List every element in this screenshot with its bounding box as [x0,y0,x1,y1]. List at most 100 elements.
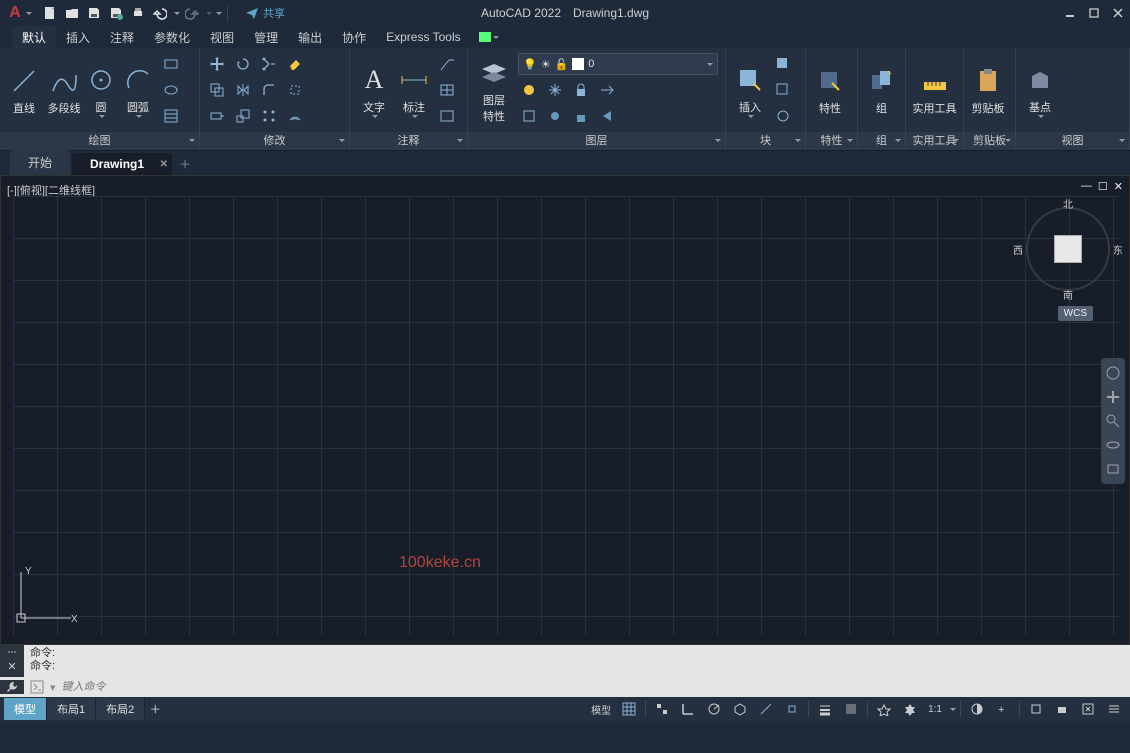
layer-iso-icon[interactable] [518,105,540,127]
undo-icon[interactable] [150,3,170,23]
viewport-close-icon[interactable]: ✕ [1114,180,1123,193]
panel-util-title[interactable]: 实用工具 [906,132,963,150]
show-motion-icon[interactable] [1104,460,1122,478]
layer-freeze-icon[interactable] [544,79,566,101]
layout-tab-model[interactable]: 模型 [4,698,47,720]
create-block-icon[interactable] [772,53,794,75]
annotation-scale[interactable]: 1:1 [924,704,946,715]
panel-draw-title[interactable]: 绘图 [0,132,199,150]
tab-close-icon[interactable]: ✕ [160,159,168,170]
copy-icon[interactable] [206,79,228,101]
command-close-icon[interactable]: ✕ [7,660,16,673]
offset-icon[interactable] [284,105,306,127]
dimension-button[interactable]: 标注 [396,53,432,127]
lineweight-icon[interactable] [813,698,837,720]
qat-customize-icon[interactable] [216,12,222,15]
customize-status-icon[interactable] [1102,698,1126,720]
explode-icon[interactable] [284,79,306,101]
print-icon[interactable] [128,3,148,23]
array-icon[interactable] [258,105,280,127]
featured-apps-icon[interactable] [479,29,499,45]
mtext-icon[interactable] [436,105,458,127]
hatch-icon[interactable] [160,105,182,127]
group-button[interactable]: 组 [864,53,899,127]
panel-layers-title[interactable]: 图层 [468,132,725,150]
table-icon[interactable] [436,79,458,101]
panel-blocks-title[interactable]: 块 [726,132,805,150]
fillet-icon[interactable] [258,79,280,101]
paste-button[interactable]: 剪贴板 [970,53,1006,127]
isolate-objects-icon[interactable] [1024,698,1048,720]
new-file-icon[interactable] [40,3,60,23]
panel-clipboard-title[interactable]: 剪贴板 [964,132,1015,150]
rectangle-icon[interactable] [160,53,182,75]
polyline-button[interactable]: 多段线 [46,53,82,127]
panel-view-title[interactable]: 视图 [1016,132,1129,150]
edit-block-icon[interactable] [772,79,794,101]
tab-manage[interactable]: 管理 [244,26,288,49]
save-icon[interactable] [84,3,104,23]
undo-dropdown-icon[interactable] [174,12,180,15]
layout-tab-1[interactable]: 布局1 [47,698,96,720]
stretch-icon[interactable] [206,105,228,127]
line-button[interactable]: 直线 [6,53,42,127]
leader-icon[interactable] [436,53,458,75]
snap-mode-icon[interactable] [650,698,674,720]
osnap-tracking-icon[interactable] [754,698,778,720]
layout-add-icon[interactable]: ＋ [145,701,165,717]
layer-unlock-icon[interactable] [570,105,592,127]
share-button[interactable]: 共享 [241,3,289,23]
panel-group-title[interactable]: 组 [858,132,905,150]
panel-modify-title[interactable]: 修改 [200,132,349,150]
layer-prev-icon[interactable] [596,105,618,127]
grid-toggle-icon[interactable] [617,698,641,720]
scale-icon[interactable] [232,105,254,127]
transparency-icon[interactable] [839,698,863,720]
tab-collab[interactable]: 协作 [332,26,376,49]
layer-lock-icon[interactable] [570,79,592,101]
attributes-icon[interactable] [772,105,794,127]
layer-off-icon[interactable] [518,79,540,101]
viewport-max-icon[interactable]: ☐ [1098,180,1108,193]
panel-annotate-title[interactable]: 注释 [350,132,467,150]
circle-button[interactable]: 圆 [86,53,116,127]
layer-match-icon[interactable] [596,79,618,101]
ellipse-icon[interactable] [160,79,182,101]
close-icon[interactable] [1106,3,1130,23]
workspace-icon[interactable] [965,698,989,720]
annotation-visibility-icon[interactable] [872,698,896,720]
command-handle[interactable]: ✕ [0,645,24,677]
tab-insert[interactable]: 插入 [56,26,100,49]
ortho-icon[interactable] [676,698,700,720]
maximize-icon[interactable] [1082,3,1106,23]
move-icon[interactable] [206,53,228,75]
customize-icon[interactable] [0,680,24,694]
measure-button[interactable]: 实用工具 [912,53,957,127]
tab-express[interactable]: Express Tools [376,27,470,47]
redo-icon[interactable] [182,3,202,23]
insert-block-button[interactable]: 插入 [732,53,768,127]
arc-button[interactable]: 圆弧 [120,53,156,127]
layer-properties-button[interactable]: 图层 特性 [474,53,514,127]
drawing-area[interactable]: [-][俯视][二维线框] — ☐ ✕ 100keke.cn X Y 北 南 东… [0,175,1130,645]
pan-icon[interactable] [1104,388,1122,406]
trim-icon[interactable] [258,53,280,75]
full-nav-icon[interactable] [1104,364,1122,382]
autoscale-icon[interactable] [898,698,922,720]
osnap-icon[interactable] [780,698,804,720]
tab-default[interactable]: 默认 [12,26,56,49]
open-file-icon[interactable] [62,3,82,23]
annotation-monitor-icon[interactable]: + [991,698,1015,720]
wcs-badge[interactable]: WCS [1058,306,1093,321]
hardware-accel-icon[interactable] [1050,698,1074,720]
isodraft-icon[interactable] [728,698,752,720]
mirror-icon[interactable] [232,79,254,101]
properties-button[interactable]: 特性 [812,53,848,127]
save-as-icon[interactable] [106,3,126,23]
app-menu-dropdown-icon[interactable] [26,12,32,15]
base-view-button[interactable]: 基点 [1022,53,1058,127]
layer-selector[interactable]: 💡 ☀ 🔓 0 [518,53,718,75]
minimize-icon[interactable] [1058,3,1082,23]
command-input[interactable] [62,681,362,693]
file-tab-add-icon[interactable]: ＋ [174,153,196,175]
